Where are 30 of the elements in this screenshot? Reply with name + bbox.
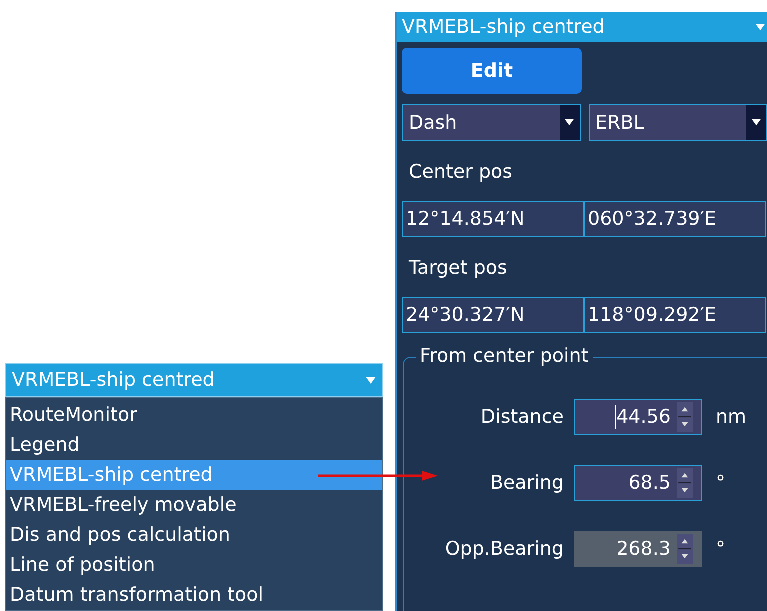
latitude-field[interactable]: 24°30.327′N [402,297,584,333]
line-style-select[interactable]: Dash [402,104,580,141]
number-field[interactable]: 44.56 [574,399,702,435]
unit-label: nm [716,406,747,428]
edit-button[interactable]: Edit [402,48,582,94]
unit-label: ° [716,472,726,494]
caret-icon [565,119,574,126]
dropdown-option[interactable]: Datum transformation tool [6,580,382,610]
group-legend: From center point [416,345,593,367]
spinner-icon[interactable] [677,402,693,432]
dropdown-option[interactable]: RouteMonitor [6,400,382,430]
longitude-field[interactable]: 060°32.739′E [584,201,766,237]
unit-label: ° [716,538,726,560]
line-style-select[interactable]: ERBL [588,104,767,141]
dropdown-option[interactable]: Line of position [6,550,382,580]
number-field[interactable]: 68.5 [574,465,702,501]
caret-icon [366,376,376,384]
caret-icon [756,24,765,30]
field-label: Distance [480,406,564,428]
dropdown-option[interactable]: VRMEBL-freely movable [6,490,382,520]
spinner-icon[interactable] [677,468,693,498]
position-label: Target pos [409,257,508,281]
field-label: Opp.Bearing [444,538,564,560]
caret-icon [752,119,760,126]
field-label: Bearing [489,472,564,494]
longitude-field[interactable]: 118°09.292′E [584,297,766,333]
dropdown-option[interactable]: Dis and pos calculation [6,520,382,550]
latitude-field[interactable]: 12°14.854′N [402,201,584,237]
position-label: Center pos [409,161,514,185]
dropdown-option[interactable]: Legend [6,430,382,460]
